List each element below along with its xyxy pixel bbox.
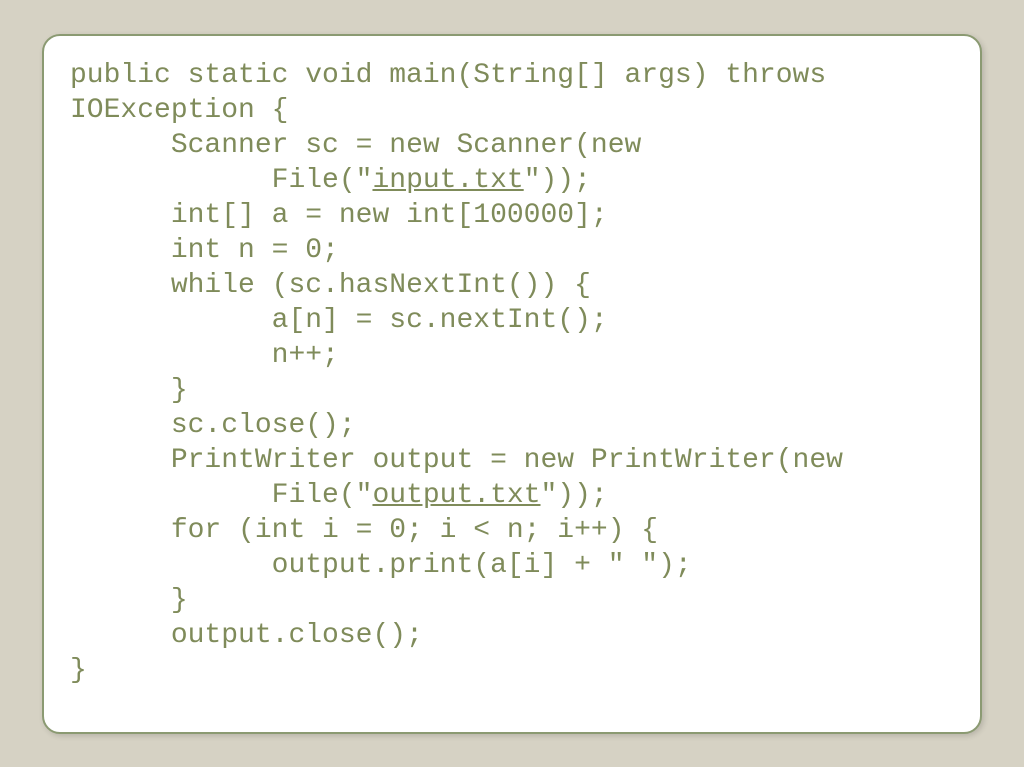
code-line: IOException {: [70, 95, 288, 126]
code-line: "));: [541, 480, 608, 511]
code-line: "));: [524, 165, 591, 196]
code-line: File(": [70, 165, 372, 196]
code-line: for (int i = 0; i < n; i++) {: [70, 515, 658, 546]
code-line: int n = 0;: [70, 235, 339, 266]
code-line: Scanner sc = new Scanner(new: [70, 130, 641, 161]
code-line: output.print(a[i] + " ");: [70, 550, 692, 581]
input-file-link[interactable]: input.txt: [372, 165, 523, 196]
code-line: public static void main(String[] args) t…: [70, 60, 826, 91]
slide-card: public static void main(String[] args) t…: [42, 34, 982, 734]
code-line: }: [70, 655, 87, 686]
code-line: while (sc.hasNextInt()) {: [70, 270, 591, 301]
code-line: int[] a = new int[100000];: [70, 200, 608, 231]
output-file-link[interactable]: output.txt: [372, 480, 540, 511]
code-line: output.close();: [70, 620, 423, 651]
code-line: sc.close();: [70, 410, 356, 441]
code-block: public static void main(String[] args) t…: [70, 58, 954, 688]
code-line: PrintWriter output = new PrintWriter(new: [70, 445, 843, 476]
code-line: File(": [70, 480, 372, 511]
code-line: a[n] = sc.nextInt();: [70, 305, 608, 336]
code-line: n++;: [70, 340, 339, 371]
code-line: }: [70, 585, 188, 616]
code-line: }: [70, 375, 188, 406]
